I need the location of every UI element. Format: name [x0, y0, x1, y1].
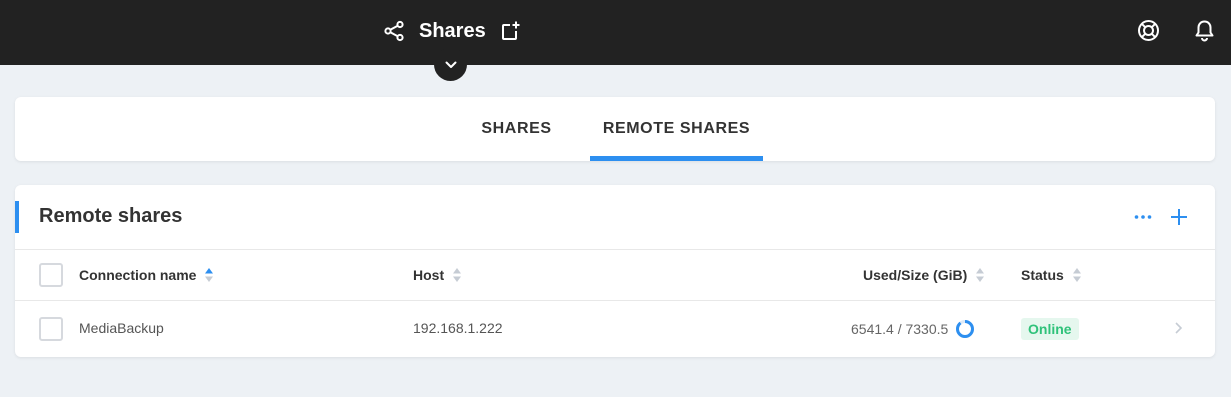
sort-ascending-icon [205, 268, 214, 282]
title-group: Shares [383, 18, 520, 44]
panel-accent-bar [15, 201, 19, 233]
column-header-label: Host [413, 267, 445, 283]
divider [15, 300, 1215, 301]
divider [15, 249, 1215, 250]
cell-used-size: 6541.4 / 7330.5 [851, 319, 975, 339]
column-header-label: Status [1021, 267, 1064, 283]
remote-shares-panel: Remote shares Connection name Host Used/… [15, 185, 1215, 357]
tabs-bar: SHARES REMOTE SHARES [15, 97, 1215, 161]
column-header-used-size[interactable]: Used/Size (GiB) [863, 267, 985, 283]
column-header-host[interactable]: Host [413, 267, 462, 283]
more-horizontal-icon[interactable] [1133, 209, 1153, 225]
column-header-label: Connection name [79, 267, 197, 283]
top-bar: Shares [0, 0, 1231, 65]
chevron-down-icon [445, 61, 456, 68]
usage-ring-icon [956, 320, 975, 338]
open-in-new-window-icon[interactable] [500, 21, 520, 41]
plus-icon[interactable] [1169, 207, 1189, 227]
column-header-label: Used/Size (GiB) [863, 267, 968, 283]
select-all-checkbox[interactable] [39, 263, 63, 287]
bell-icon[interactable] [1194, 19, 1215, 42]
tab-remote-shares[interactable]: REMOTE SHARES [590, 97, 763, 161]
active-tab-indicator [590, 156, 763, 161]
page-title: Shares [419, 19, 486, 42]
share-icon [384, 20, 404, 42]
row-checkbox[interactable] [39, 317, 63, 341]
lifebuoy-help-icon[interactable] [1137, 19, 1160, 42]
tab-remote-shares-label: REMOTE SHARES [602, 120, 751, 137]
used-size-text: 6541.4 / 7330.5 [851, 321, 949, 337]
chevron-right-icon[interactable] [1173, 321, 1183, 335]
column-header-connection-name[interactable]: Connection name [79, 267, 214, 283]
cell-host: 192.168.1.222 [413, 320, 503, 336]
collapse-header-button[interactable] [434, 48, 467, 81]
sort-icon [1072, 268, 1081, 282]
tab-shares[interactable]: SHARES [465, 97, 568, 161]
panel-title: Remote shares [39, 205, 183, 227]
sort-icon [976, 268, 985, 282]
cell-connection-name[interactable]: MediaBackup [79, 320, 164, 336]
status-badge: Online [1021, 318, 1079, 340]
sort-icon [453, 268, 462, 282]
column-header-status[interactable]: Status [1021, 267, 1082, 283]
